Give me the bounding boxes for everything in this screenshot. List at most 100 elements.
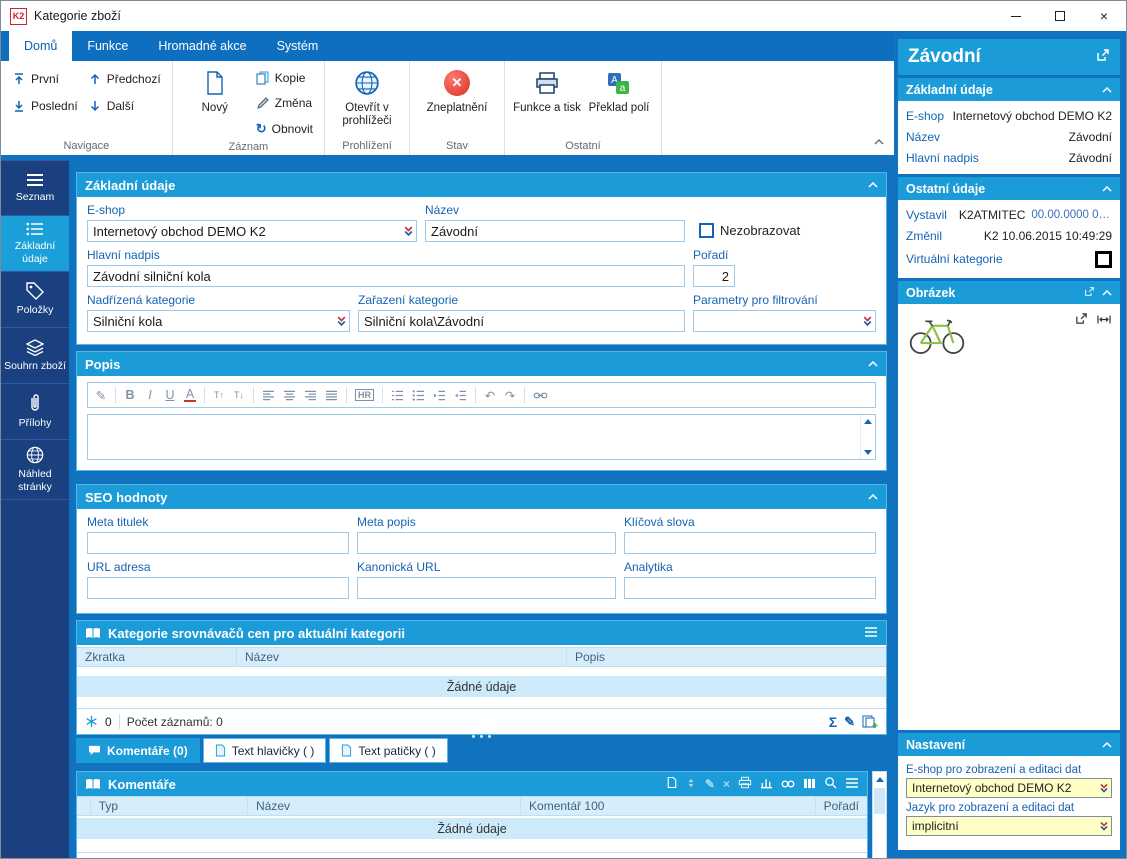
analytika-input[interactable] (624, 577, 876, 599)
binoculars-icon[interactable] (781, 777, 795, 792)
dropdown-arrow-icon[interactable] (862, 316, 873, 327)
edit-icon[interactable]: ✎ (705, 777, 715, 791)
scrollbar-thumb[interactable] (874, 788, 885, 814)
invalidate-button[interactable]: ✕ Zneplatnění (416, 63, 498, 137)
parametry-filtrovani-combo[interactable] (693, 310, 876, 332)
sidebar-item-zakladni-udaje[interactable]: Základní údaje (1, 216, 69, 273)
collapse-panel-button[interactable] (868, 494, 878, 500)
zarazeni-kategorie-input[interactable] (358, 310, 685, 332)
open-external-icon[interactable] (1096, 46, 1110, 68)
dropdown-arrow-icon[interactable] (1099, 783, 1109, 793)
sidebar-item-souhrn-zbozi[interactable]: Souhrn zboží (1, 328, 69, 385)
column-popis[interactable]: Popis (567, 648, 886, 666)
parametry-filtrovani-input[interactable] (693, 310, 876, 332)
fit-width-icon[interactable] (1097, 312, 1111, 330)
last-button[interactable]: Poslední (7, 98, 83, 114)
tab-funkce[interactable]: Funkce (72, 31, 143, 61)
collapse-ribbon-button[interactable] (874, 132, 884, 150)
sidebar-item-prilohy[interactable]: Přílohy (1, 384, 69, 441)
column-zkratka[interactable]: Zkratka (77, 648, 237, 666)
collapse-section-button[interactable] (1102, 741, 1112, 748)
maximize-button[interactable] (1038, 1, 1082, 31)
tab-text-paticky[interactable]: Text patičky ( ) (329, 738, 448, 763)
justify-icon[interactable] (325, 390, 338, 401)
horizontal-rule-icon[interactable]: HR (355, 389, 374, 401)
close-button[interactable]: × (1082, 1, 1126, 31)
column-poradi[interactable]: Pořadí (816, 797, 867, 815)
bicycle-image[interactable] (908, 312, 966, 356)
grid-menu-icon[interactable] (845, 777, 859, 792)
dropdown-arrow-icon[interactable] (1099, 821, 1109, 831)
eshop-input[interactable] (87, 220, 417, 242)
font-color-icon[interactable]: A (184, 388, 196, 403)
scroll-up-icon[interactable] (864, 419, 872, 424)
new-record-icon[interactable] (667, 776, 677, 792)
chart-icon[interactable] (760, 777, 773, 792)
nezobrazovat-checkbox[interactable] (699, 223, 714, 238)
dropdown-arrow-icon[interactable] (336, 316, 347, 327)
url-adresa-input[interactable] (87, 577, 349, 599)
meta-popis-input[interactable] (357, 532, 616, 554)
open-in-browser-button[interactable]: Otevřít v prohlížeči (331, 63, 403, 137)
outdent-icon[interactable] (433, 390, 446, 401)
redo-icon[interactable]: ↷ (504, 388, 516, 403)
open-image-external-icon[interactable] (1075, 312, 1088, 330)
align-center-icon[interactable] (283, 390, 296, 401)
dropdown-arrow-icon[interactable] (403, 226, 414, 237)
minimize-button[interactable] (994, 1, 1038, 31)
align-left-icon[interactable] (262, 390, 275, 401)
edit-icon[interactable]: ✎ (95, 388, 107, 403)
zoom-icon[interactable] (824, 776, 837, 792)
collapse-panel-button[interactable] (868, 182, 878, 188)
indent-icon[interactable] (454, 390, 467, 401)
collapse-section-button[interactable] (1102, 289, 1112, 296)
sort-icon[interactable] (685, 777, 697, 792)
change-button[interactable]: Změna (251, 95, 318, 111)
tab-hromadne-akce[interactable]: Hromadné akce (143, 31, 261, 61)
collapse-section-button[interactable] (1102, 86, 1112, 93)
description-textarea[interactable] (87, 414, 876, 460)
scroll-down-icon[interactable] (864, 450, 872, 455)
sidebar-item-polozky[interactable]: Položky (1, 272, 69, 329)
eshop-combo[interactable] (87, 220, 417, 242)
delete-icon[interactable]: × (723, 777, 730, 791)
klicova-slova-input[interactable] (624, 532, 876, 554)
nadrizena-kategorie-input[interactable] (87, 310, 350, 332)
bullet-list-icon[interactable] (412, 389, 425, 401)
kanonicka-url-input[interactable] (357, 577, 616, 599)
tab-domu[interactable]: Domů (9, 31, 73, 61)
sidebar-item-nahled-stranky[interactable]: Náhled stránky (1, 440, 69, 501)
functions-print-button[interactable]: Funkce a tisk (511, 63, 583, 137)
column-nazev[interactable]: Název (248, 797, 522, 815)
first-button[interactable]: První (7, 71, 83, 87)
meta-titulek-input[interactable] (87, 532, 349, 554)
poradi-input[interactable] (693, 265, 735, 287)
nadrizena-kategorie-combo[interactable] (87, 310, 350, 332)
bold-icon[interactable]: B (124, 388, 136, 402)
snowflake-icon[interactable] (85, 715, 98, 728)
print-icon[interactable] (738, 776, 752, 792)
next-button[interactable]: Další (83, 98, 166, 114)
column-komentar[interactable]: Komentář 100 (521, 797, 816, 815)
italic-icon[interactable]: I (144, 388, 156, 402)
collapse-section-button[interactable] (1102, 185, 1112, 192)
hlavni-nadpis-input[interactable] (87, 265, 685, 287)
ordered-list-icon[interactable] (391, 390, 404, 401)
translate-fields-button[interactable]: Aa Překlad polí (583, 63, 655, 137)
previous-button[interactable]: Předchozí (83, 71, 166, 87)
column-nazev[interactable]: Název (237, 648, 567, 666)
virtual-category-checkbox[interactable] (1095, 250, 1112, 268)
open-image-icon[interactable] (1084, 286, 1095, 300)
collapse-panel-button[interactable] (868, 361, 878, 367)
tab-text-hlavicky[interactable]: Text hlavičky ( ) (202, 738, 327, 763)
sidebar-item-seznam[interactable]: Seznam (1, 160, 69, 216)
link-icon[interactable] (533, 391, 548, 400)
tab-system[interactable]: Systém (262, 31, 334, 61)
copy-add-icon[interactable] (862, 715, 878, 729)
undo-icon[interactable]: ↶ (484, 388, 496, 403)
nazev-input[interactable] (425, 220, 685, 242)
edit-icon[interactable]: ✎ (844, 714, 855, 730)
underline-icon[interactable]: U (164, 388, 176, 402)
decrease-text-icon[interactable]: T↓ (233, 390, 245, 400)
new-button[interactable]: Nový (179, 63, 251, 138)
